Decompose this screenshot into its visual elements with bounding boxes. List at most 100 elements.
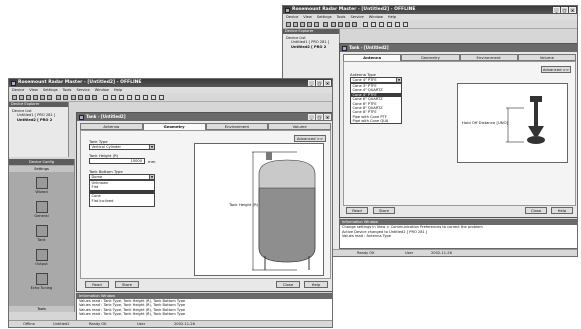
close-button[interactable]: × — [324, 80, 331, 86]
toolbar-icon[interactable] — [363, 22, 368, 27]
read-button[interactable]: Read — [85, 281, 109, 288]
help-button[interactable]: Help — [304, 281, 328, 288]
menu-view[interactable]: View — [29, 88, 38, 92]
menu-window[interactable]: Window — [95, 88, 109, 92]
antenna-option[interactable]: Pipe with Cone QUA — [351, 119, 401, 123]
toolbar-icon[interactable] — [12, 95, 17, 100]
advanced-button[interactable]: Advanced >> — [294, 135, 326, 142]
toolbar-icon[interactable] — [387, 22, 392, 27]
tab-volume[interactable]: Volume — [517, 54, 576, 61]
tab-geometry[interactable]: Geometry — [401, 54, 460, 61]
tank-type-select[interactable]: Vertical Cylinder ▼ — [89, 144, 155, 150]
toolbar-icon[interactable] — [323, 22, 328, 27]
toolbar-icon[interactable] — [371, 22, 376, 27]
toolbar-icon[interactable] — [92, 95, 97, 100]
back-window-title: Rosemount Radar Master - [Untitled2] - O… — [292, 7, 416, 12]
device-item[interactable]: Untitled2 [ PRO 2 — [12, 118, 55, 122]
menu-device[interactable]: Device — [286, 15, 298, 19]
store-button[interactable]: Store — [115, 281, 139, 288]
toolbar-icon[interactable] — [33, 95, 38, 100]
menu-help[interactable]: Help — [388, 15, 396, 19]
tab-environment[interactable]: Environment — [459, 54, 518, 61]
toolbar-icon[interactable] — [47, 95, 52, 100]
menu-service[interactable]: Service — [76, 88, 89, 92]
device-item[interactable]: Untitled1 [ PRO 281 ] — [12, 113, 55, 117]
toolbar-icon[interactable] — [40, 95, 45, 100]
close-button[interactable]: × — [324, 114, 331, 120]
nav-general-button[interactable]: General — [9, 201, 74, 218]
advanced-button[interactable]: Advanced >> — [541, 66, 571, 73]
toolbar-icon[interactable] — [379, 22, 384, 27]
tank-bottom-type-dropdown[interactable]: Unknown Flat Cone Flat Inclined — [89, 180, 155, 207]
menu-service[interactable]: Service — [350, 15, 363, 19]
chevron-down-icon[interactable]: ▼ — [149, 145, 154, 149]
menu-settings[interactable]: Settings — [43, 88, 58, 92]
toolbar-icon[interactable] — [331, 22, 336, 27]
toolbar-icon[interactable] — [395, 22, 400, 27]
toolbar-icon[interactable] — [314, 22, 319, 27]
minimize-button[interactable]: _ — [308, 80, 315, 86]
toolbar-icon[interactable] — [403, 22, 408, 27]
toolbar-icon[interactable] — [286, 22, 291, 27]
toolbar-icon[interactable] — [127, 95, 132, 100]
toolbar-icon[interactable] — [135, 95, 140, 100]
toolbar-icon[interactable] — [63, 95, 68, 100]
close-button[interactable]: Close — [276, 281, 300, 288]
toolbar-icon[interactable] — [103, 95, 108, 100]
toolbar-icon[interactable] — [300, 22, 305, 27]
tab-geometry[interactable]: Geometry — [142, 123, 206, 130]
toolbar-icon[interactable] — [151, 95, 156, 100]
toolbar-icon[interactable] — [85, 95, 90, 100]
device-item[interactable]: Untitled2 [ PRO 2 — [286, 45, 329, 49]
tank-height-input[interactable]: 10000 — [89, 158, 145, 164]
minimize-button[interactable]: _ — [308, 114, 315, 120]
nav-echo-tuning-button[interactable]: Echo Tuning — [9, 273, 74, 290]
read-button[interactable]: Read — [346, 207, 368, 214]
toolbar-icon[interactable] — [307, 22, 312, 27]
store-button[interactable]: Store — [373, 207, 395, 214]
toolbar-icon[interactable] — [159, 95, 164, 100]
tab-volume[interactable]: Volume — [268, 123, 331, 130]
minimize-button[interactable]: _ — [553, 7, 560, 13]
toolbar-icon[interactable] — [143, 95, 148, 100]
menu-help[interactable]: Help — [114, 88, 122, 92]
nav-output-button[interactable]: Output — [9, 249, 74, 266]
nav-wizard-button[interactable]: Wizard — [9, 177, 74, 194]
antenna-type-value: Cone 4" PTFE — [352, 78, 377, 82]
toolbar-icon[interactable] — [19, 95, 24, 100]
close-button[interactable]: Close — [525, 207, 547, 214]
maximize-button[interactable]: □ — [316, 80, 323, 86]
toolbar-icon[interactable] — [56, 95, 61, 100]
menu-window[interactable]: Window — [369, 15, 383, 19]
menu-device[interactable]: Device — [12, 88, 24, 92]
toolbar-icon[interactable] — [293, 22, 298, 27]
menu-tools[interactable]: Tools — [63, 88, 72, 92]
device-item[interactable]: Untitled1 [ PRO 281 ] — [286, 40, 329, 44]
help-button[interactable]: Help — [551, 207, 573, 214]
menu-settings[interactable]: Settings — [317, 15, 332, 19]
toolbar-icon[interactable] — [78, 95, 83, 100]
maximize-button[interactable]: □ — [561, 7, 568, 13]
front-tab-strip: Antenna Geometry Environment Volume — [80, 123, 331, 130]
menu-tools[interactable]: Tools — [337, 15, 346, 19]
close-button[interactable]: × — [569, 7, 576, 13]
navigator-tools-group[interactable]: Tools — [9, 306, 74, 312]
toolbar-icon[interactable] — [111, 95, 116, 100]
tab-environment[interactable]: Environment — [205, 123, 269, 130]
toolbar-icon[interactable] — [338, 22, 343, 27]
bottom-option[interactable]: Flat Inclined — [90, 199, 154, 203]
toolbar-icon[interactable] — [71, 95, 76, 100]
status-user: User — [405, 251, 414, 255]
maximize-button[interactable]: □ — [316, 114, 323, 120]
navigator-settings-group[interactable]: Settings — [9, 166, 74, 172]
toolbar-icon[interactable] — [119, 95, 124, 100]
toolbar-icon[interactable] — [345, 22, 350, 27]
toolbar-icon[interactable] — [26, 95, 31, 100]
tab-antenna[interactable]: Antenna — [343, 54, 402, 61]
antenna-type-dropdown[interactable]: Cone 3" PTFE Cone 4" QUARTZ Cone 4" PTFE… — [350, 83, 402, 124]
tab-antenna[interactable]: Antenna — [80, 123, 143, 130]
toolbar-icon[interactable] — [352, 22, 357, 27]
menu-view[interactable]: View — [303, 15, 312, 19]
nav-tank-button[interactable]: Tank — [9, 225, 74, 242]
front-toolbar — [9, 93, 332, 102]
